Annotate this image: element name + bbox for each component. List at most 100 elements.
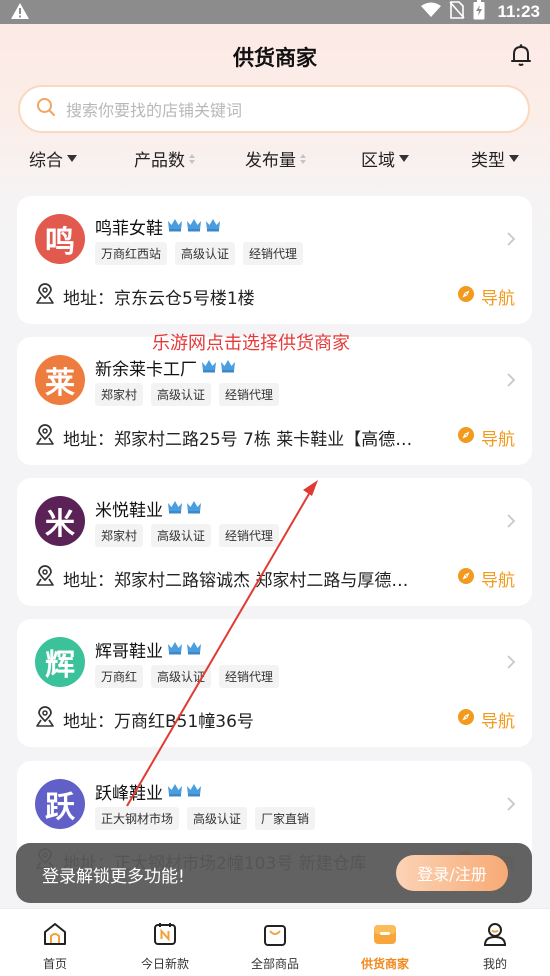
address-row: 地址：万商红B51幢36号 导航 [35, 706, 515, 732]
bell-icon[interactable] [508, 42, 534, 68]
toast-message: 登录解锁更多功能! [42, 867, 185, 887]
merchant-tag: 经销代理 [219, 524, 280, 547]
navigate-label: 导航 [481, 571, 515, 591]
filter-label: 产品数 [134, 151, 185, 171]
navigate-icon [458, 427, 474, 448]
merchant-tag: 厂家直销 [255, 807, 316, 830]
navigate-icon [458, 286, 474, 307]
search-bar[interactable]: 搜索你要找的店铺关键词 [18, 85, 530, 133]
location-pin-icon [35, 283, 55, 309]
filter-type[interactable]: 类型 [471, 146, 519, 171]
tab-mine[interactable]: 我的 [440, 909, 550, 976]
merchant-address: 地址：郑家村二路25号 7栋 莱卡鞋业【高德导航】 [63, 425, 418, 450]
navigate-label: 导航 [481, 289, 515, 309]
navigate-button[interactable]: 导航 [458, 425, 515, 450]
address-value: 郑家村二路25号 7栋 莱卡鞋业【高德导航】 [114, 429, 418, 450]
address-row: 地址：京东云仓5号楼1楼 导航 [35, 283, 515, 309]
merchant-name-row: 米悦鞋业 [95, 496, 202, 521]
merchant-card[interactable]: 米 米悦鞋业 郑家村 高级认证 经销代理 地址：郑家村二路镕诚杰 郑家村二路与厚德路… [17, 478, 532, 606]
location-pin-icon [35, 565, 55, 591]
wifi-icon [421, 2, 442, 22]
merchant-tag: 高级认证 [175, 242, 236, 265]
merchant-tags: 郑家村 高级认证 经销代理 [95, 524, 280, 547]
crown-badges [201, 358, 236, 378]
calendar-new-icon [154, 923, 176, 945]
sort-icon [189, 153, 195, 164]
tab-label: 供货商家 [360, 957, 409, 971]
chevron-right-icon [507, 232, 516, 246]
warning-icon [10, 2, 30, 24]
page-title: 供货商家 [233, 46, 317, 70]
merchant-tag: 万商红西站 [95, 242, 168, 265]
merchant-tags: 万商红西站 高级认证 经销代理 [95, 242, 304, 265]
crown-icon [186, 499, 202, 519]
merchant-tags: 正大钢材市场 高级认证 厂家直销 [95, 807, 316, 830]
tab-new-today[interactable]: 今日新款 [110, 909, 220, 976]
login-toast: 登录解锁更多功能! 登录/注册 [16, 843, 532, 903]
address-label: 地址： [63, 570, 114, 591]
crown-icon [186, 782, 202, 802]
address-row: 地址：郑家村二路镕诚杰 郑家村二路与厚德路交汇处 导航 [35, 565, 515, 591]
merchant-name: 鸣菲女鞋 [95, 219, 163, 239]
supplier-icon [374, 925, 396, 944]
search-input[interactable]: 搜索你要找的店铺关键词 [66, 97, 242, 121]
merchant-tag: 高级认证 [151, 524, 212, 547]
address-label: 地址： [63, 288, 114, 309]
address-value: 郑家村二路镕诚杰 郑家村二路与厚德路交汇处 [114, 570, 418, 591]
filter-bar: 综合 产品数 发布量 区域 类型 [0, 146, 550, 172]
merchant-tag: 郑家村 [95, 524, 144, 547]
filter-region[interactable]: 区域 [361, 146, 409, 171]
navigate-icon [458, 568, 474, 589]
filter-label: 综合 [29, 151, 63, 171]
caret-down-icon [399, 155, 409, 162]
no-sim-icon [449, 1, 466, 23]
address-value: 万商红B51幢36号 [114, 711, 254, 732]
merchant-name-row: 辉哥鞋业 [95, 637, 202, 662]
merchant-tag: 经销代理 [219, 383, 280, 406]
tab-suppliers[interactable]: 供货商家 [330, 909, 440, 976]
crown-icon [167, 499, 183, 519]
merchant-tags: 郑家村 高级认证 经销代理 [95, 383, 280, 406]
crown-badges [167, 499, 202, 519]
crown-icon [167, 217, 183, 237]
tab-label: 全部商品 [250, 957, 299, 971]
merchant-card[interactable]: 辉 辉哥鞋业 万商红 高级认证 经销代理 地址：万商红B51幢36号 导航 [17, 619, 532, 747]
address-label: 地址： [63, 429, 114, 450]
navigate-button[interactable]: 导航 [458, 707, 515, 732]
login-register-button[interactable]: 登录/注册 [396, 855, 508, 891]
merchant-address: 地址：京东云仓5号楼1楼 [63, 284, 418, 309]
location-pin-icon [35, 706, 55, 732]
filter-label: 区域 [361, 151, 395, 171]
home-icon [44, 923, 66, 945]
navigate-label: 导航 [481, 430, 515, 450]
caret-down-icon [67, 155, 77, 162]
chevron-right-icon [507, 373, 516, 387]
merchant-name: 跃峰鞋业 [95, 784, 163, 804]
merchant-card[interactable]: 莱 新余莱卡工厂 郑家村 高级认证 经销代理 地址：郑家村二路25号 7栋 莱卡鞋业… [17, 337, 532, 465]
tab-all-products[interactable]: 全部商品 [220, 909, 330, 976]
profile-icon [483, 923, 507, 946]
filter-comprehensive[interactable]: 综合 [29, 146, 77, 171]
sort-icon [300, 153, 306, 164]
crown-badges [167, 217, 221, 237]
chevron-right-icon [507, 514, 516, 528]
navigate-button[interactable]: 导航 [458, 284, 515, 309]
annotation-text: 乐游网点击选择供货商家 [152, 333, 350, 354]
address-row: 地址：郑家村二路25号 7栋 莱卡鞋业【高德导航】 导航 [35, 424, 515, 450]
merchant-address: 地址：郑家村二路镕诚杰 郑家村二路与厚德路交汇处 [63, 566, 418, 591]
crown-icon [186, 640, 202, 660]
merchant-tag: 经销代理 [243, 242, 304, 265]
crown-icon [201, 358, 217, 378]
filter-product-count[interactable]: 产品数 [134, 146, 195, 171]
filter-publish-count[interactable]: 发布量 [245, 146, 306, 171]
chevron-right-icon [507, 655, 516, 669]
navigate-label: 导航 [481, 712, 515, 732]
merchant-card[interactable]: 鸣 鸣菲女鞋 万商红西站 高级认证 经销代理 地址：京东云仓5号楼1楼 导航 [17, 196, 532, 324]
crown-icon [220, 358, 236, 378]
merchant-name: 新余莱卡工厂 [95, 360, 197, 380]
navigate-button[interactable]: 导航 [458, 566, 515, 591]
merchant-name: 米悦鞋业 [95, 501, 163, 521]
tab-home[interactable]: 首页 [0, 909, 110, 976]
tab-label: 首页 [42, 957, 67, 971]
merchant-tag: 高级认证 [151, 383, 212, 406]
